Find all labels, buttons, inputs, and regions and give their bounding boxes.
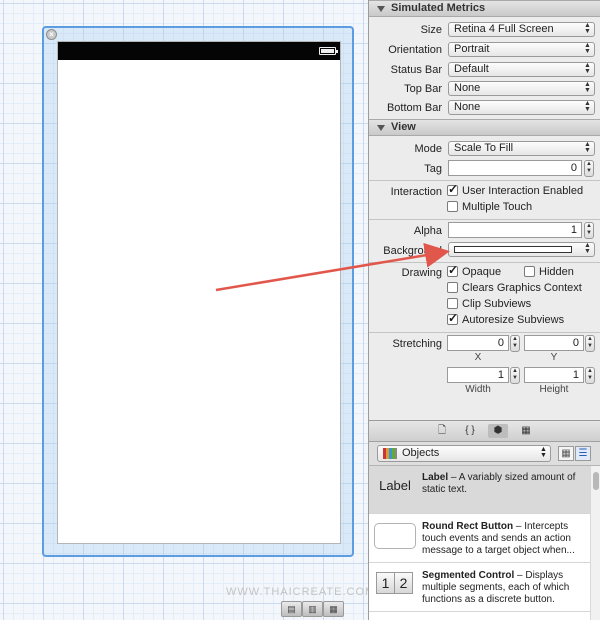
- list-item[interactable]: Round Rect Button – Intercepts touch eve…: [369, 515, 591, 563]
- interaction-label: Interaction: [390, 186, 442, 198]
- stretch-x-field[interactable]: 0: [447, 335, 509, 351]
- tag-stepper[interactable]: ▲ ▼: [584, 160, 594, 177]
- library-filter-bar: Objects ▲ ▼ ▦ ☰: [368, 442, 600, 466]
- drawing-label: Drawing: [401, 267, 442, 279]
- stretch-x-stepper[interactable]: ▲ ▼: [510, 335, 520, 352]
- status-bar: [58, 42, 340, 60]
- zoom-controls: ▤ ▥ ▦: [281, 601, 344, 617]
- checkbox-checked-icon[interactable]: [447, 312, 458, 325]
- popup-arrows-icon: ▲ ▼: [584, 42, 591, 55]
- scene-selection-frame[interactable]: ×: [42, 26, 354, 557]
- status-bar-popup[interactable]: Default ▲ ▼: [448, 62, 595, 77]
- watermark: WWW.THAICREATE.COM: [226, 586, 376, 598]
- objects-library-icon: [383, 448, 397, 459]
- scrollbar-thumb[interactable]: [593, 472, 599, 490]
- stretch-width-field[interactable]: 1: [447, 367, 509, 383]
- object-library-list[interactable]: Label Label – A variably sized amount of…: [368, 466, 600, 620]
- segment-2: 2: [394, 572, 413, 594]
- hidden-checkbox[interactable]: Hidden: [524, 266, 574, 279]
- popup-arrows-icon: ▲ ▼: [584, 62, 591, 75]
- storyboard-canvas[interactable]: × WWW.THAICREATE.COM ▤ ▥ ▦: [0, 0, 376, 620]
- attributes-inspector: Simulated Metrics Size Retina 4 Full Scr…: [368, 0, 600, 420]
- zoom-in-button[interactable]: ▦: [323, 601, 344, 617]
- item-title: Round Rect Button: [422, 521, 514, 532]
- alpha-stepper[interactable]: ▲ ▼: [584, 222, 594, 239]
- media-library-tab[interactable]: ▦: [516, 424, 536, 438]
- object-library-tab[interactable]: ⬢: [488, 424, 508, 438]
- checkbox-unchecked-icon[interactable]: [447, 282, 458, 293]
- height-label: Height: [539, 384, 569, 395]
- iphone-view[interactable]: [57, 41, 341, 544]
- checkbox-checked-icon[interactable]: [447, 264, 458, 277]
- stretch-height-field[interactable]: 1: [524, 367, 584, 383]
- objects-popup[interactable]: Objects ▲ ▼: [377, 445, 551, 462]
- stretch-height-stepper[interactable]: ▲ ▼: [585, 367, 595, 384]
- orientation-popup[interactable]: Portrait ▲ ▼: [448, 42, 595, 57]
- checkbox-unchecked-icon[interactable]: [447, 201, 458, 212]
- library-tab-bar: 🗋 { } ⬢ ▦: [368, 420, 600, 442]
- tag-field[interactable]: 0: [448, 160, 582, 176]
- opaque-checkbox[interactable]: Opaque: [447, 264, 501, 279]
- list-item[interactable]: 12 Segmented Control – Displays multiple…: [369, 564, 591, 612]
- battery-icon: [319, 47, 338, 55]
- background-color-popup[interactable]: ▲ ▼: [448, 242, 595, 257]
- close-scene-icon[interactable]: ×: [46, 29, 57, 40]
- checkbox-unchecked-icon[interactable]: [447, 298, 458, 309]
- top-bar-label: Top Bar: [404, 83, 442, 95]
- autoresize-checkbox[interactable]: Autoresize Subviews: [447, 312, 564, 327]
- item-title: Segmented Control: [422, 570, 515, 581]
- stretching-label: Stretching: [392, 338, 442, 350]
- bottom-bar-label: Bottom Bar: [386, 102, 442, 114]
- popup-arrows-icon: ▲ ▼: [584, 22, 591, 35]
- disclosure-triangle-icon[interactable]: [377, 6, 385, 12]
- background-label: Background: [383, 245, 442, 257]
- round-rect-button-thumbnail: [374, 523, 416, 549]
- library-scrollbar[interactable]: [590, 466, 600, 620]
- checkbox-unchecked-icon[interactable]: [524, 266, 535, 277]
- popup-arrows-icon: ▲ ▼: [540, 446, 547, 459]
- user-interaction-checkbox[interactable]: User Interaction Enabled: [447, 183, 583, 198]
- list-item[interactable]: Label Label – A variably sized amount of…: [369, 466, 591, 514]
- segmented-control-thumbnail: 12: [373, 572, 415, 598]
- file-template-library-tab[interactable]: 🗋: [432, 424, 452, 438]
- stretch-width-stepper[interactable]: ▲ ▼: [510, 367, 520, 384]
- checkbox-checked-icon[interactable]: [447, 183, 458, 196]
- clears-graphics-checkbox[interactable]: Clears Graphics Context: [447, 282, 582, 295]
- top-bar-popup[interactable]: None ▲ ▼: [448, 81, 595, 96]
- stretch-y-stepper[interactable]: ▲ ▼: [585, 335, 595, 352]
- popup-arrows-icon: ▲ ▼: [584, 100, 591, 113]
- multiple-touch-checkbox[interactable]: Multiple Touch: [447, 201, 532, 214]
- grid-view-icon[interactable]: ▦: [558, 446, 574, 461]
- orientation-label: Orientation: [388, 44, 442, 56]
- x-label: X: [474, 352, 482, 363]
- stretch-y-field[interactable]: 0: [524, 335, 584, 351]
- disclosure-triangle-icon[interactable]: [377, 125, 385, 131]
- clip-subviews-checkbox[interactable]: Clip Subviews: [447, 298, 531, 311]
- bottom-bar-popup[interactable]: None ▲ ▼: [448, 100, 595, 115]
- alpha-label: Alpha: [413, 225, 442, 237]
- zoom-out-button[interactable]: ▤: [281, 601, 302, 617]
- label-thumbnail: Label: [379, 478, 411, 493]
- mode-popup[interactable]: Scale To Fill ▲ ▼: [448, 141, 595, 156]
- size-popup[interactable]: Retina 4 Full Screen ▲ ▼: [448, 22, 595, 37]
- view-section-header[interactable]: View: [369, 119, 600, 136]
- size-label: Size: [420, 24, 442, 36]
- tag-label: Tag: [424, 163, 442, 175]
- popup-arrows-icon: ▲ ▼: [584, 81, 591, 94]
- simulated-metrics-header[interactable]: Simulated Metrics: [369, 0, 600, 17]
- color-swatch: [454, 246, 572, 253]
- width-label: Width: [465, 384, 491, 395]
- segment-1: 1: [376, 572, 395, 594]
- zoom-actual-button[interactable]: ▥: [302, 601, 323, 617]
- code-snippet-library-tab[interactable]: { }: [460, 424, 480, 438]
- list-view-icon[interactable]: ☰: [575, 446, 591, 461]
- status-bar-label: Status Bar: [390, 64, 442, 76]
- popup-arrows-icon: ▲ ▼: [584, 141, 591, 154]
- popup-arrows-icon: ▲ ▼: [584, 242, 591, 255]
- mode-label: Mode: [414, 143, 442, 155]
- item-title: Label: [422, 472, 449, 483]
- alpha-field[interactable]: 1: [448, 222, 582, 238]
- y-label: Y: [550, 352, 558, 363]
